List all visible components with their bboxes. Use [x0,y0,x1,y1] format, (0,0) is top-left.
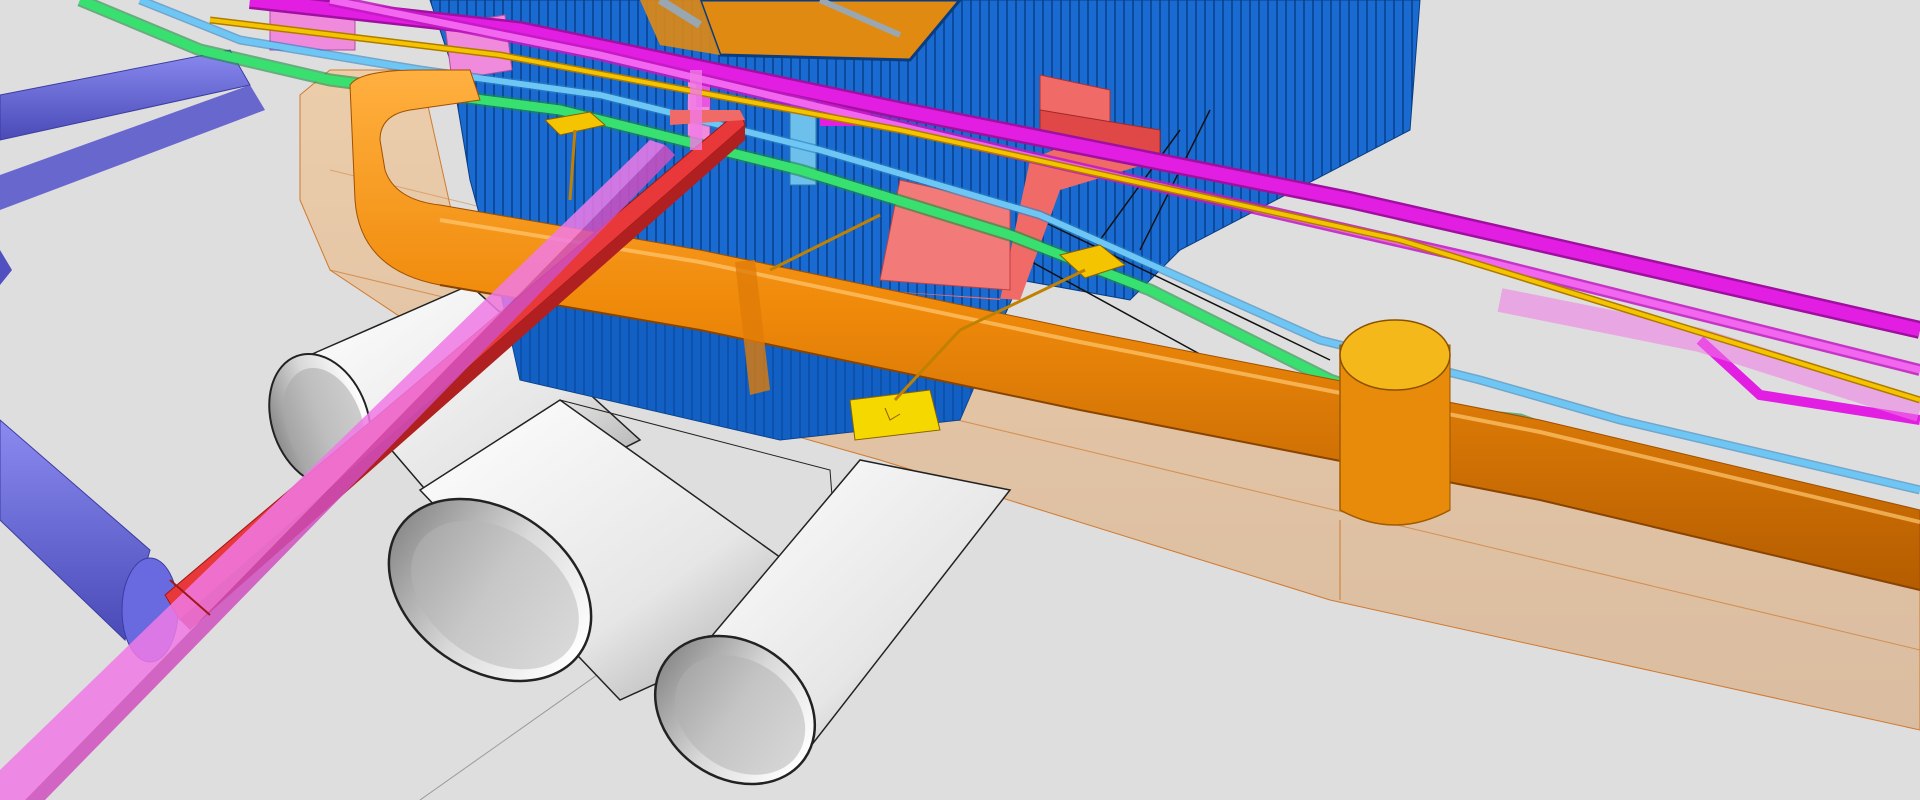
manhole-chamber[interactable] [1339,319,1451,526]
3d-viewport[interactable] [0,0,1920,800]
model-canvas[interactable] [0,0,1920,800]
